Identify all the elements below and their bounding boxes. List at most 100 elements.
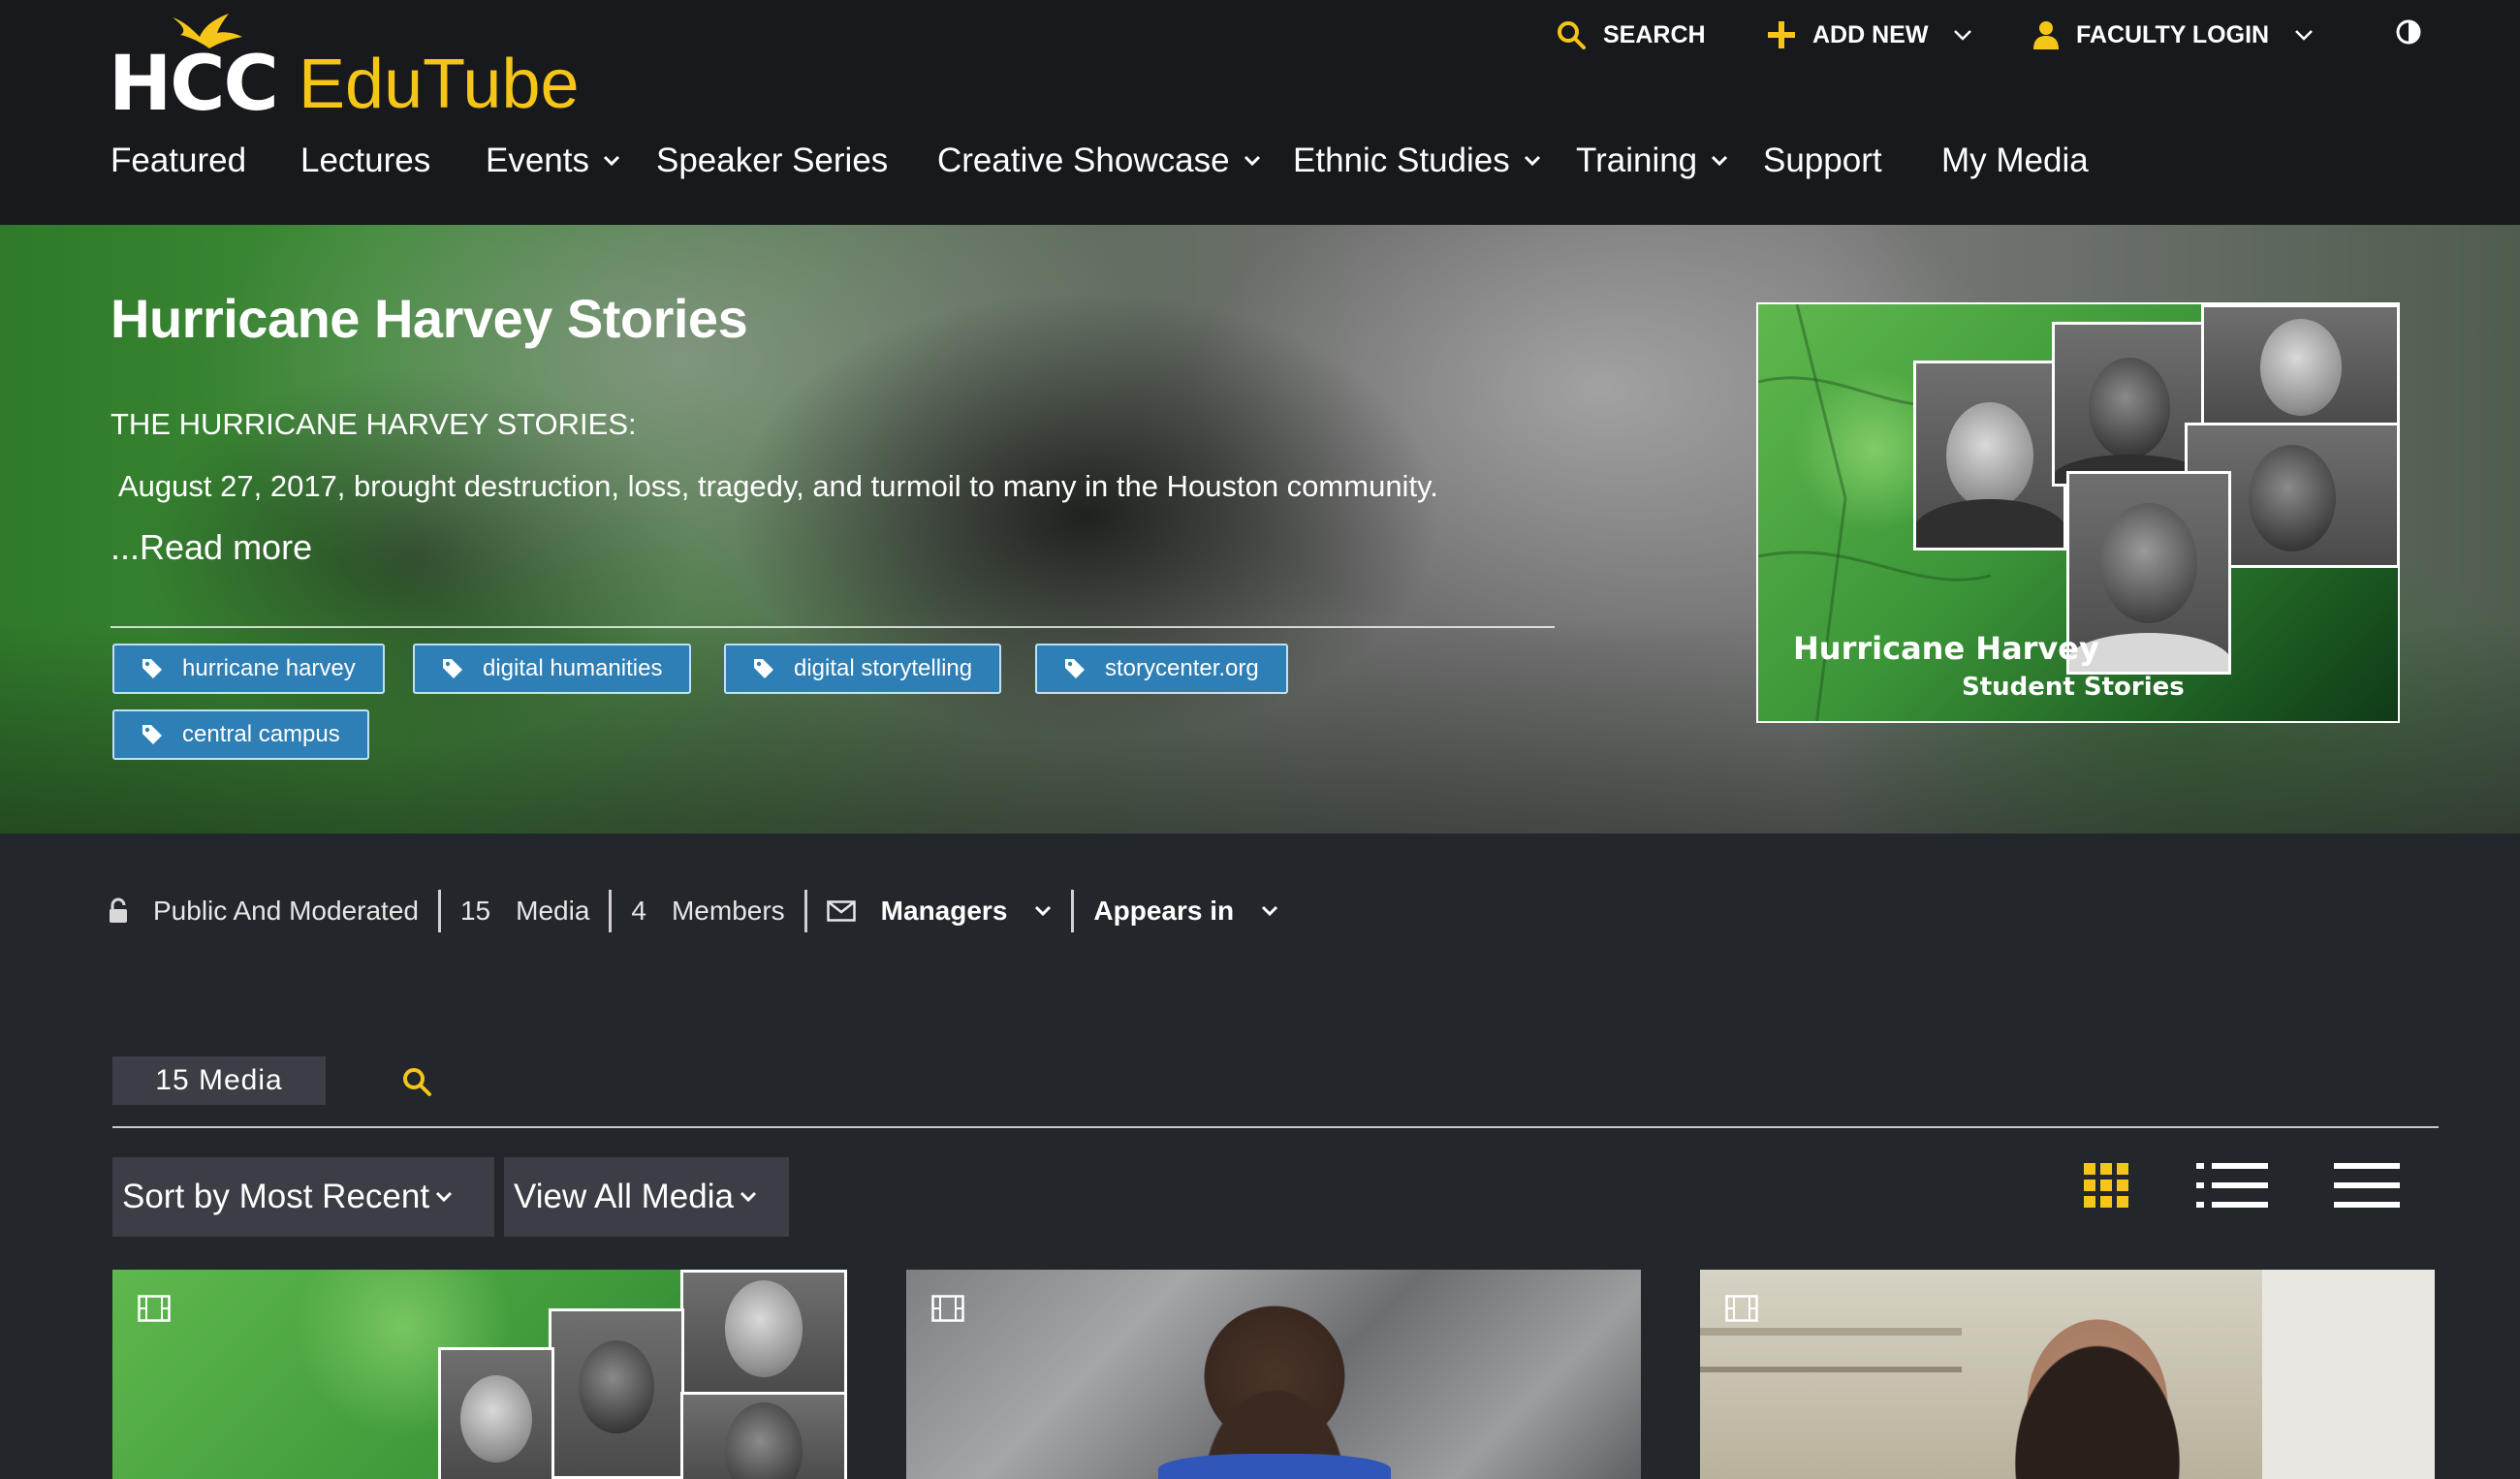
divider xyxy=(609,890,613,932)
nav-item-training[interactable]: Training xyxy=(1576,132,1728,190)
tag-label: digital humanities xyxy=(483,655,663,681)
faculty-login-label: FACULTY LOGIN xyxy=(2076,20,2270,48)
portrait-thumb xyxy=(680,1392,847,1479)
grid-view-icon[interactable] xyxy=(2084,1163,2128,1212)
channel-title: Hurricane Harvey Stories xyxy=(110,288,748,349)
nav-label: My Media xyxy=(1941,142,2089,179)
nav-label: Ethnic Studies xyxy=(1293,142,1510,179)
channel-subtitle: THE HURRICANE HARVEY STORIES: xyxy=(110,407,637,441)
filter-label: View All Media xyxy=(514,1178,734,1215)
nav-label: Events xyxy=(486,142,589,179)
chevron-down-icon xyxy=(1244,155,1261,167)
tag-label: central campus xyxy=(182,721,340,747)
chevron-down-icon xyxy=(1261,905,1278,917)
site-header: HCC EduTube SEARCH ADD NEW FACULTY LOGIN xyxy=(0,0,2520,225)
tag-icon xyxy=(142,724,163,745)
channel-description: August 27, 2017, brought destruction, lo… xyxy=(118,469,1438,503)
media-card[interactable] xyxy=(906,1270,1641,1479)
user-icon xyxy=(2033,20,2059,49)
wall-stripe xyxy=(1700,1328,1962,1336)
portrait-2 xyxy=(2052,322,2207,487)
media-card[interactable] xyxy=(112,1270,847,1479)
media-count: 15 xyxy=(459,896,491,926)
tab-media[interactable]: 15 Media xyxy=(112,1056,326,1105)
sort-label: Sort by Most Recent xyxy=(122,1178,430,1215)
nav-label: Speaker Series xyxy=(656,142,889,179)
compact-list-view-icon[interactable] xyxy=(2334,1163,2400,1212)
divider xyxy=(112,1126,2439,1128)
main-nav: Featured Lectures Events Speaker Series … xyxy=(0,132,2520,190)
logo-brand-text: EduTube xyxy=(299,46,580,123)
nav-item-lectures[interactable]: Lectures xyxy=(300,132,430,190)
filter-dropdown[interactable]: View All Media xyxy=(504,1157,789,1237)
chevron-down-icon xyxy=(740,1191,757,1203)
plus-icon xyxy=(1768,21,1795,48)
search-icon xyxy=(1557,20,1586,49)
nav-item-ethnic-studies[interactable]: Ethnic Studies xyxy=(1293,132,1541,190)
thumbnail-caption-subtitle: Student Stories xyxy=(1962,673,2185,702)
portrait-thumb xyxy=(680,1270,847,1396)
logo-hcc-text: HCC xyxy=(109,41,279,128)
video-icon xyxy=(138,1295,171,1327)
tag-digital-humanities[interactable]: digital humanities xyxy=(413,644,692,694)
mail-icon[interactable] xyxy=(826,900,856,922)
tag-label: storycenter.org xyxy=(1105,655,1259,681)
tag-label: digital storytelling xyxy=(794,655,973,681)
add-new-menu[interactable]: ADD NEW xyxy=(1768,14,1972,56)
faculty-login-menu[interactable]: FACULTY LOGIN xyxy=(2033,14,2314,56)
tag-icon xyxy=(142,658,163,679)
tag-hurricane-harvey[interactable]: hurricane harvey xyxy=(112,644,385,694)
appears-in-dropdown[interactable]: Appears in xyxy=(1093,896,1278,927)
lock-icon xyxy=(109,897,128,925)
thumbnail-caption-title: Hurricane Harvey xyxy=(1793,630,2099,667)
add-new-label: ADD NEW xyxy=(1812,20,1929,48)
search-link[interactable]: SEARCH xyxy=(1557,14,1706,56)
nav-item-support[interactable]: Support xyxy=(1763,132,1882,190)
members-count: 4 xyxy=(631,896,646,926)
shirt-shape xyxy=(1158,1454,1391,1479)
sort-dropdown[interactable]: Sort by Most Recent xyxy=(112,1157,494,1237)
visibility-label: Public And Moderated xyxy=(153,896,419,926)
chevron-down-icon xyxy=(2294,29,2314,41)
nav-label: Creative Showcase xyxy=(937,142,1230,179)
divider xyxy=(437,890,441,932)
tag-icon xyxy=(1064,658,1086,679)
channel-meta-bar: Public And Moderated 15 Media 4 Members … xyxy=(109,882,1278,940)
tag-storycenter[interactable]: storycenter.org xyxy=(1035,644,1288,694)
tag-central-campus[interactable]: central campus xyxy=(112,709,369,760)
tag-digital-storytelling[interactable]: digital storytelling xyxy=(724,644,1002,694)
managers-dropdown[interactable]: Managers xyxy=(881,896,1053,927)
divider xyxy=(803,890,807,932)
divider xyxy=(110,626,1555,628)
nav-label: Support xyxy=(1763,142,1882,179)
chevron-down-icon xyxy=(435,1191,453,1203)
portrait-1 xyxy=(1913,361,2066,551)
nav-item-my-media[interactable]: My Media xyxy=(1941,132,2089,190)
tag-icon xyxy=(442,658,463,679)
media-count-label: Media xyxy=(516,896,590,926)
nav-item-events[interactable]: Events xyxy=(486,132,620,190)
tag-label: hurricane harvey xyxy=(182,655,356,681)
media-card[interactable] xyxy=(1700,1270,2435,1479)
contrast-icon xyxy=(2396,19,2421,51)
detailed-list-view-icon[interactable] xyxy=(2196,1163,2268,1212)
tag-icon xyxy=(753,658,774,679)
chevron-down-icon xyxy=(1711,155,1728,167)
contrast-toggle[interactable] xyxy=(2396,14,2421,56)
nav-item-featured[interactable]: Featured xyxy=(110,132,246,190)
read-more-link[interactable]: ...Read more xyxy=(110,527,312,568)
wall-stripe xyxy=(1700,1367,1962,1372)
site-logo[interactable]: HCC EduTube xyxy=(109,8,593,128)
members-count-label: Members xyxy=(671,896,785,926)
search-icon[interactable] xyxy=(401,1066,432,1102)
portrait-thumb xyxy=(549,1308,684,1479)
chevron-down-icon xyxy=(1953,29,1972,41)
nav-label: Training xyxy=(1576,142,1698,179)
chevron-down-icon xyxy=(1524,155,1541,167)
video-icon xyxy=(1725,1295,1758,1327)
nav-item-speaker-series[interactable]: Speaker Series xyxy=(656,132,888,190)
portrait-3 xyxy=(2201,304,2398,428)
nav-item-creative-showcase[interactable]: Creative Showcase xyxy=(937,132,1261,190)
portrait-thumb xyxy=(438,1347,554,1479)
appears-in-label: Appears in xyxy=(1093,896,1235,926)
